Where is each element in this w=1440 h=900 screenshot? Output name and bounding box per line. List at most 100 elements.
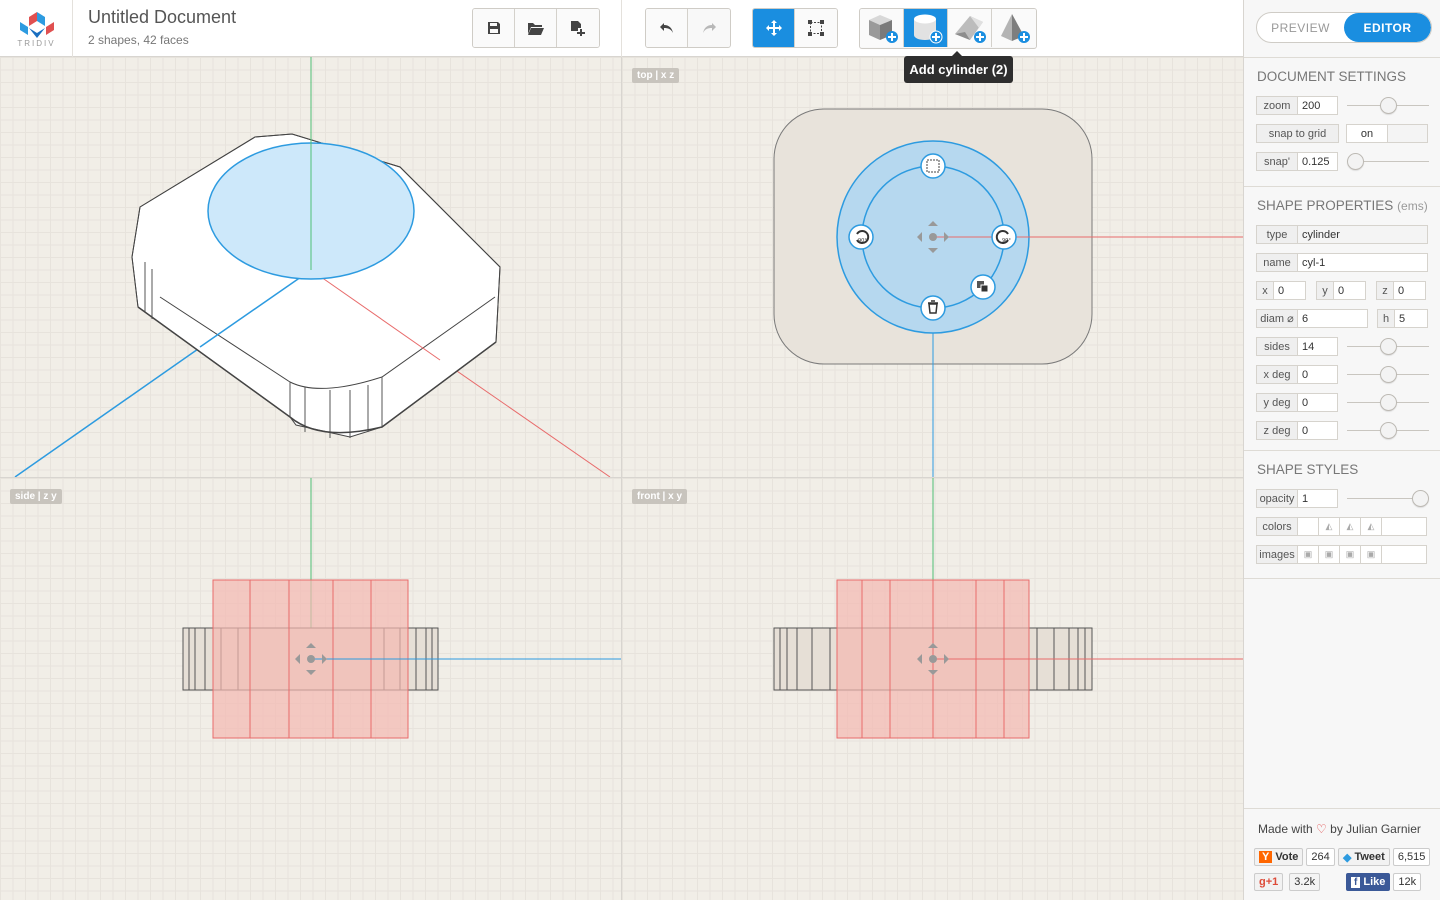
- document-title[interactable]: Untitled Document: [88, 7, 236, 28]
- z-input[interactable]: 0: [1394, 281, 1426, 300]
- slider-knob[interactable]: [1412, 490, 1429, 507]
- author-link[interactable]: by Julian Garnier: [1330, 822, 1421, 836]
- tweet-button[interactable]: ◆ Tweet: [1338, 848, 1390, 866]
- sides-slider[interactable]: [1347, 337, 1429, 356]
- heart-icon: ♡: [1316, 822, 1327, 836]
- side-viewport[interactable]: side | z y: [0, 478, 621, 900]
- position-row: x 0 y 0 z 0: [1256, 281, 1426, 300]
- properties-sidebar: PREVIEW EDITOR DOCUMENT SETTINGS zoom 20…: [1243, 0, 1440, 900]
- add-prism-button[interactable]: [948, 9, 992, 47]
- redo-button[interactable]: [688, 9, 730, 47]
- slider-knob[interactable]: [1379, 422, 1397, 439]
- save-button[interactable]: [473, 9, 515, 47]
- editor-mode-button[interactable]: EDITOR: [1344, 13, 1431, 42]
- bounding-box-icon: [808, 20, 824, 36]
- logo[interactable]: TRIDIV: [0, 0, 73, 57]
- diam-input[interactable]: 6: [1298, 309, 1368, 328]
- shape-properties-title: SHAPE PROPERTIES (ems): [1257, 198, 1428, 213]
- slider-knob[interactable]: [1379, 338, 1397, 355]
- prism-add-icon: [954, 16, 986, 43]
- image-slot-4[interactable]: ▣: [1361, 545, 1382, 564]
- image-slot-1[interactable]: ▣: [1298, 545, 1319, 564]
- move-tool-button[interactable]: [753, 9, 795, 47]
- snap-toggle-on[interactable]: on: [1346, 124, 1388, 143]
- zdeg-label: z deg: [1256, 421, 1298, 440]
- sides-input[interactable]: 14: [1298, 337, 1338, 356]
- open-button[interactable]: [515, 9, 557, 47]
- perspective-viewport[interactable]: [0, 57, 621, 477]
- perspective-scene: [14, 57, 611, 477]
- paint-bucket-icon: ◭: [1325, 521, 1333, 531]
- top-viewport[interactable]: top | x z 90° 90°: [622, 57, 1243, 477]
- xdeg-input[interactable]: 0: [1298, 365, 1338, 384]
- zoom-slider[interactable]: [1347, 96, 1429, 115]
- resize-tool-button[interactable]: [795, 9, 837, 47]
- x-input[interactable]: 0: [1274, 281, 1306, 300]
- new-document-button[interactable]: [557, 9, 599, 47]
- snap-toggle-off[interactable]: [1388, 124, 1428, 143]
- color-swatch-4[interactable]: ◭: [1361, 517, 1382, 536]
- slider-knob[interactable]: [1379, 394, 1397, 411]
- opacity-input[interactable]: 1: [1298, 489, 1338, 508]
- color-swatch-2[interactable]: ◭: [1319, 517, 1340, 536]
- y-label: y: [1316, 281, 1334, 300]
- hn-vote-button[interactable]: Y Vote: [1254, 848, 1304, 866]
- xdeg-label: x deg: [1256, 365, 1298, 384]
- ydeg-slider[interactable]: [1347, 393, 1429, 412]
- add-pyramid-button[interactable]: [992, 9, 1036, 47]
- gplus-label: +1: [1265, 876, 1279, 888]
- trash-icon: [920, 295, 946, 321]
- zoom-input[interactable]: 200: [1298, 96, 1338, 115]
- slider-knob[interactable]: [1379, 97, 1397, 114]
- opacity-row: opacity 1: [1256, 489, 1338, 508]
- color-swatch-3[interactable]: ◭: [1340, 517, 1361, 536]
- h-input[interactable]: 5: [1395, 309, 1428, 328]
- add-cube-button[interactable]: [860, 9, 904, 47]
- diam-label: diam ⌀: [1256, 309, 1298, 328]
- svg-text:90°: 90°: [858, 238, 867, 244]
- type-label: type: [1256, 225, 1298, 244]
- transform-mode-group: [752, 8, 838, 48]
- section-divider: [1244, 186, 1440, 187]
- y-input[interactable]: 0: [1334, 281, 1366, 300]
- add-cylinder-button[interactable]: [904, 9, 948, 47]
- type-row: type cylinder: [1256, 225, 1428, 244]
- h-label: h: [1377, 309, 1395, 328]
- snap-step-slider[interactable]: [1347, 152, 1429, 171]
- color-swatch-5[interactable]: [1382, 517, 1427, 536]
- image-icon: ▣: [1345, 549, 1355, 559]
- toolbar-divider: [621, 0, 622, 57]
- color-swatch-1[interactable]: [1298, 517, 1319, 536]
- slider-knob[interactable]: [1347, 153, 1364, 170]
- zdeg-input[interactable]: 0: [1298, 421, 1338, 440]
- top-scene: 90° 90°: [773, 108, 1243, 477]
- zdeg-slider[interactable]: [1347, 421, 1429, 440]
- xdeg-slider[interactable]: [1347, 365, 1429, 384]
- undo-button[interactable]: [646, 9, 688, 47]
- section-divider: [1244, 450, 1440, 451]
- tridiv-logo-icon: [20, 12, 54, 38]
- name-row: name cyl-1: [1256, 253, 1428, 272]
- front-viewport[interactable]: front | x y: [622, 478, 1243, 900]
- ydeg-input[interactable]: 0: [1298, 393, 1338, 412]
- gplus-button[interactable]: g +1: [1254, 873, 1284, 891]
- snap-row: snap to grid on: [1256, 124, 1428, 143]
- duplicate-icon: [970, 274, 996, 300]
- snap-step-input[interactable]: 0.125: [1298, 152, 1338, 171]
- facebook-like-button[interactable]: f Like: [1346, 873, 1391, 891]
- image-slot-3[interactable]: ▣: [1340, 545, 1361, 564]
- slider-knob[interactable]: [1379, 366, 1397, 383]
- name-input[interactable]: cyl-1: [1298, 253, 1428, 272]
- preview-mode-button[interactable]: PREVIEW: [1257, 13, 1344, 42]
- type-value: cylinder: [1298, 225, 1428, 244]
- new-document-icon: [571, 20, 585, 36]
- image-slot-5[interactable]: [1382, 545, 1427, 564]
- paint-bucket-icon: ◭: [1346, 521, 1354, 531]
- cylinder-add-icon: [913, 14, 942, 44]
- opacity-slider[interactable]: [1347, 489, 1429, 508]
- credits-text: Made with ♡ by Julian Garnier: [1258, 822, 1421, 836]
- z-label: z: [1376, 281, 1394, 300]
- image-slot-2[interactable]: ▣: [1319, 545, 1340, 564]
- redo-icon: [703, 23, 716, 33]
- xdeg-row: x deg 0: [1256, 365, 1338, 384]
